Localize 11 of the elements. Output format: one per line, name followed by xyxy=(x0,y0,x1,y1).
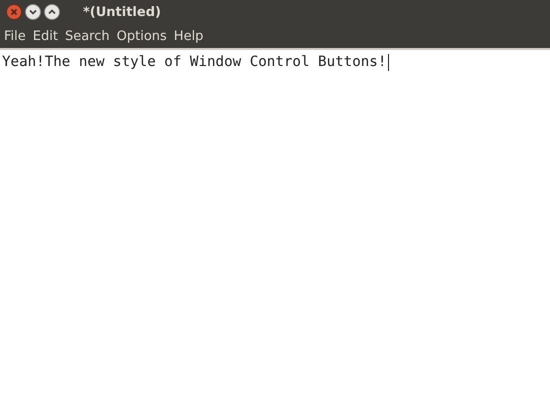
menu-item[interactable]: Help xyxy=(170,28,206,44)
menu-item[interactable]: Options xyxy=(114,28,170,44)
editor-text: Yeah!The new style of Window Control Buttons! xyxy=(2,54,386,70)
menu-item[interactable]: Search xyxy=(62,28,113,44)
menu-item[interactable]: File xyxy=(1,28,29,44)
text-area[interactable]: Yeah!The new style of Window Control Buttons! xyxy=(0,50,550,74)
window-title: *(Untitled) xyxy=(83,4,161,20)
maximize-icon[interactable] xyxy=(44,4,60,20)
text-cursor xyxy=(388,54,390,70)
menu-item[interactable]: Edit xyxy=(30,28,61,44)
minimize-icon[interactable] xyxy=(25,4,41,20)
